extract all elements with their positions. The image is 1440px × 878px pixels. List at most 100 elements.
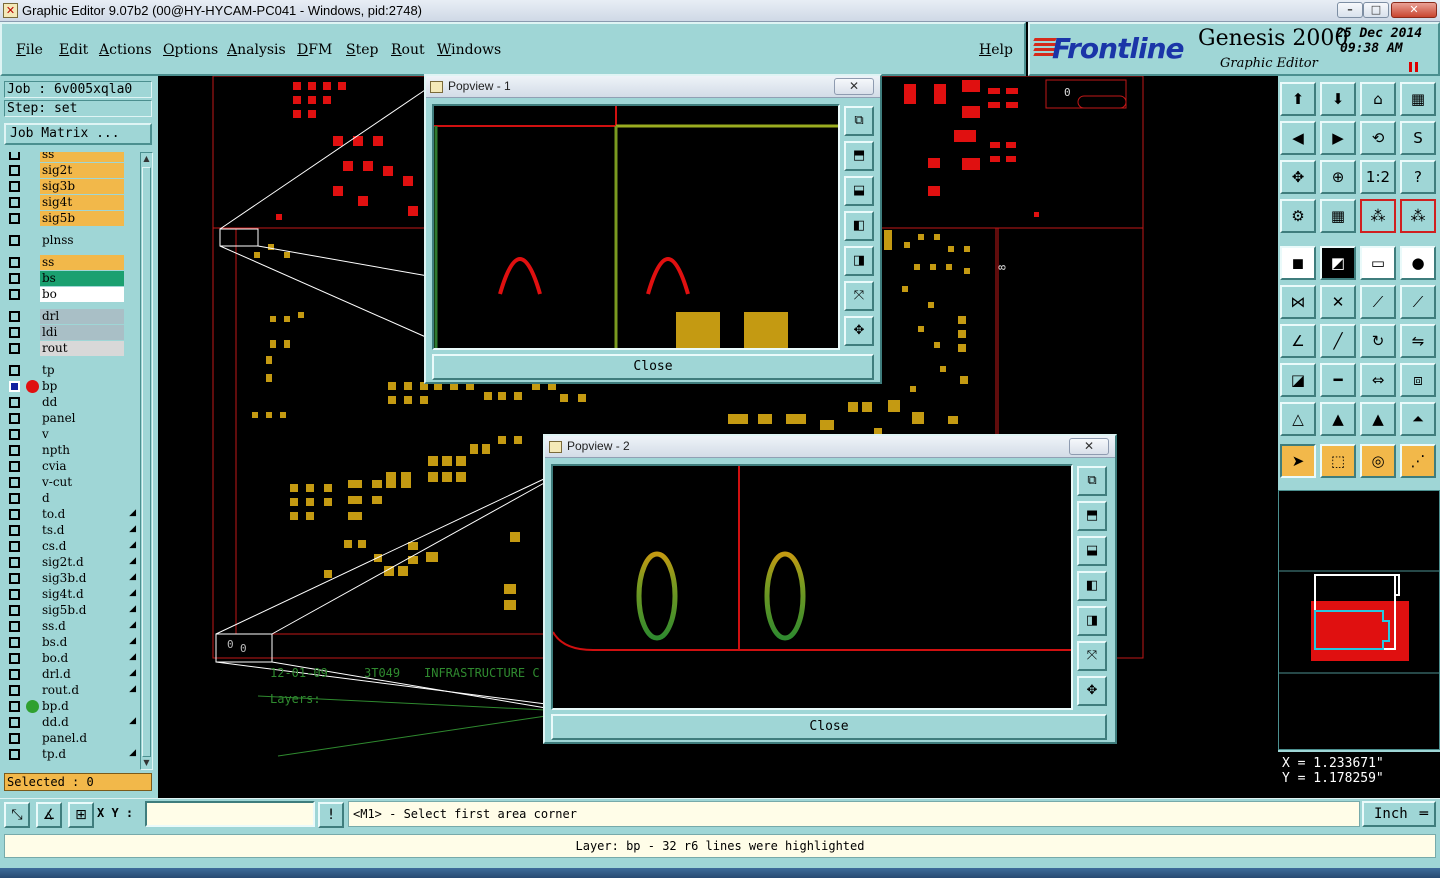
popview-1-view[interactable] <box>432 104 840 350</box>
maximize-button[interactable]: □ <box>1363 2 1389 18</box>
xy-input[interactable] <box>145 801 315 827</box>
line-cut-icon[interactable]: ━ <box>1320 363 1356 397</box>
layer-name[interactable]: bo <box>40 287 124 302</box>
popview-2-close-button[interactable]: Close <box>551 714 1107 740</box>
scale-button[interactable]: 1:2 <box>1360 160 1396 194</box>
layer-checkbox[interactable] <box>9 525 20 536</box>
layer-name[interactable]: drl.d <box>40 667 124 682</box>
popview-zoom-out-icon[interactable]: ✥ <box>844 316 874 346</box>
triangle-4-icon[interactable]: ⏶ <box>1400 402 1436 436</box>
select-circle-icon[interactable]: ◎ <box>1360 444 1396 478</box>
layer-checkbox[interactable] <box>9 509 20 520</box>
layer-checkbox[interactable] <box>9 621 20 632</box>
popview-pan-left-icon[interactable]: ◧ <box>1077 571 1107 601</box>
layer-name[interactable]: plnss <box>40 233 124 248</box>
pan-left-icon[interactable]: ◀ <box>1280 121 1316 155</box>
layer-name[interactable]: npth <box>40 443 124 458</box>
zoom-area-icon[interactable]: ⤡ <box>4 802 30 828</box>
pause-icon[interactable] <box>1409 62 1419 72</box>
outline-mode-icon[interactable]: ◩ <box>1320 246 1356 280</box>
layer-row[interactable]: panel <box>4 411 140 426</box>
select-box-icon[interactable]: ⬚ <box>1320 444 1356 478</box>
close-button[interactable]: ✕ <box>1391 2 1437 18</box>
layer-row[interactable]: plnss <box>4 233 140 248</box>
layer-name[interactable]: sig3b <box>40 179 124 194</box>
layer-row[interactable]: tp <box>4 363 140 378</box>
layer-checkbox[interactable] <box>9 461 20 472</box>
layer-name[interactable]: panel <box>40 411 124 426</box>
layer-checkbox[interactable] <box>9 749 20 760</box>
snap-icon[interactable]: S <box>1400 121 1436 155</box>
layer-checkbox[interactable] <box>9 235 20 246</box>
layer-name[interactable]: ldi <box>40 325 124 340</box>
layer-name[interactable]: ss.d <box>40 619 124 634</box>
popview-pan-down-icon[interactable]: ⬓ <box>844 176 874 206</box>
zoom-home-icon[interactable]: ⬆ <box>1280 82 1316 116</box>
home-icon[interactable]: ⌂ <box>1360 82 1396 116</box>
layer-name[interactable]: tp.d <box>40 747 124 762</box>
layer-list-scrollbar[interactable]: ▲ ▼ <box>140 152 153 770</box>
layer-row[interactable]: rout <box>4 341 140 356</box>
layer-row[interactable]: ts.d ◢ <box>4 523 140 538</box>
layer-checkbox[interactable] <box>9 213 20 224</box>
layer-row[interactable]: sig2t.d ◢ <box>4 555 140 570</box>
layer-toggle-icon[interactable]: ⁂ <box>1360 199 1396 233</box>
layer-name[interactable]: bo.d <box>40 651 124 666</box>
line-node-icon[interactable]: ⟋ <box>1360 285 1396 319</box>
popview-zoom-in-icon[interactable]: ⤧ <box>844 281 874 311</box>
select-net-icon[interactable]: ⋰ <box>1400 444 1436 478</box>
layer-checkbox[interactable] <box>9 669 20 680</box>
layer-row[interactable]: ss.d ◢ <box>4 619 140 634</box>
net-icon[interactable]: ⋈ <box>1280 285 1316 319</box>
select-pointer-icon[interactable]: ➤ <box>1280 444 1316 478</box>
layer-name[interactable]: to.d <box>40 507 124 522</box>
layer-name[interactable]: sig4t.d <box>40 587 124 602</box>
layer-checkbox[interactable] <box>9 589 20 600</box>
move-icon[interactable]: ⇔ <box>1360 363 1396 397</box>
layer-checkbox[interactable] <box>9 653 20 664</box>
line-node-2-icon[interactable]: ⟋ <box>1400 285 1436 319</box>
layer-row[interactable]: sig3b <box>4 179 140 194</box>
layer-row[interactable]: sig4t <box>4 195 140 210</box>
layer-checkbox[interactable] <box>9 181 20 192</box>
layer-row[interactable]: v <box>4 427 140 442</box>
ruler-icon[interactable]: ▭ <box>1360 246 1396 280</box>
layer-row[interactable]: bs <box>4 271 140 286</box>
pad-add-icon[interactable]: ◪ <box>1280 363 1316 397</box>
layer-row[interactable]: panel.d <box>4 731 140 746</box>
layer-name[interactable]: dd.d <box>40 715 124 730</box>
popview-pan-left-icon[interactable]: ◧ <box>844 211 874 241</box>
menu-file[interactable]: File <box>16 42 43 58</box>
zoom-down-icon[interactable]: ⬇ <box>1320 82 1356 116</box>
layer-checkbox[interactable] <box>9 327 20 338</box>
layer-checkbox[interactable] <box>9 733 20 744</box>
layer-row[interactable]: npth <box>4 443 140 458</box>
help-button[interactable]: ? <box>1400 160 1436 194</box>
pan-right-icon[interactable]: ▶ <box>1320 121 1356 155</box>
redraw-icon[interactable]: ⟲ <box>1360 121 1396 155</box>
layer-checkbox[interactable] <box>9 477 20 488</box>
triangle-3-icon[interactable]: ▲ <box>1360 402 1396 436</box>
window-split-icon[interactable]: ▦ <box>1400 82 1436 116</box>
layer-name[interactable]: cvia <box>40 459 124 474</box>
fill-mode-icon[interactable]: ◼ <box>1280 246 1316 280</box>
layer-name[interactable]: ss <box>40 152 124 162</box>
layer-row[interactable]: sig3b.d ◢ <box>4 571 140 586</box>
dot-mode-icon[interactable]: ● <box>1400 246 1436 280</box>
layer-name[interactable]: sig4t <box>40 195 124 210</box>
layer-name[interactable]: v <box>40 427 124 442</box>
layer-name[interactable]: d <box>40 491 124 506</box>
layer-name[interactable]: dd <box>40 395 124 410</box>
menu-edit[interactable]: Edit <box>59 42 88 58</box>
layer-checkbox[interactable] <box>9 701 20 712</box>
layer-name[interactable]: sig3b.d <box>40 571 124 586</box>
triangle-2-icon[interactable]: ▲ <box>1320 402 1356 436</box>
popview-zoom-out-icon[interactable]: ✥ <box>1077 676 1107 706</box>
triangle-1-icon[interactable]: △ <box>1280 402 1316 436</box>
layer-name[interactable]: rout.d <box>40 683 124 698</box>
layer-checkbox[interactable] <box>9 257 20 268</box>
layer-row[interactable]: v-cut <box>4 475 140 490</box>
layer-name[interactable]: panel.d <box>40 731 124 746</box>
layer-row[interactable]: bo.d ◢ <box>4 651 140 666</box>
layer-row[interactable]: drl.d ◢ <box>4 667 140 682</box>
